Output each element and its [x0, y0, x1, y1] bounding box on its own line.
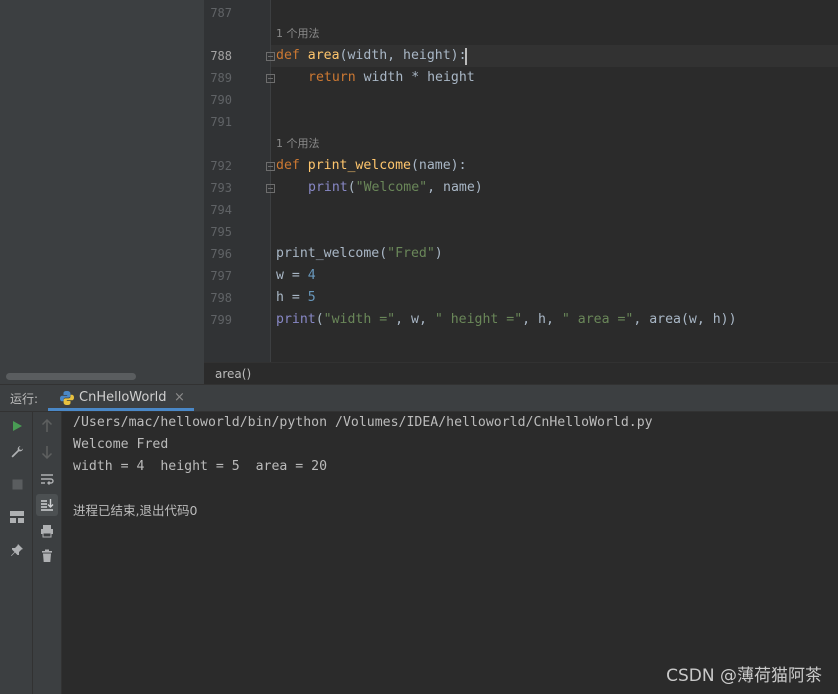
console-line: width = 4 height = 5 area = 20 — [73, 459, 328, 474]
line-number: 797 — [210, 269, 232, 283]
line-number: 788 — [210, 49, 232, 63]
code-text: (name): — [410, 158, 467, 173]
builtin-print: print — [276, 312, 316, 327]
code-text: ( — [347, 180, 356, 195]
layout-icon[interactable] — [8, 508, 26, 526]
usage-hint[interactable]: 1 个用法 — [276, 23, 320, 45]
code-text: w = — [276, 268, 308, 283]
string-literal: " area =" — [561, 312, 634, 327]
line-number: 794 — [210, 203, 232, 217]
console-line: Welcome Fred — [73, 437, 169, 452]
wrench-icon[interactable] — [8, 443, 26, 461]
code-text: , h, — [522, 312, 562, 327]
run-tab-label: CnHelloWorld — [79, 390, 167, 405]
arrow-down-icon[interactable] — [38, 443, 56, 461]
code-text: width * height — [363, 70, 475, 85]
code-line-789[interactable]: return width * height — [308, 67, 475, 89]
horizontal-scrollbar[interactable] — [6, 373, 136, 380]
string-literal: "Welcome" — [355, 180, 428, 195]
close-icon[interactable]: × — [174, 390, 185, 405]
line-number: 796 — [210, 247, 232, 261]
string-literal: " height =" — [434, 312, 523, 327]
function-name: print_welcome — [307, 158, 411, 173]
string-literal: "Fred" — [387, 246, 435, 261]
console-line: /Users/mac/helloworld/bin/python /Volume… — [73, 415, 653, 430]
code-line-796[interactable]: print_welcome("Fred") — [276, 243, 443, 265]
code-line-788[interactable]: def area(width, height): — [276, 45, 467, 67]
line-number: 791 — [210, 115, 232, 129]
number-literal: 5 — [307, 290, 316, 305]
code-line-797[interactable]: w = 4 — [276, 265, 316, 287]
code-text: ) — [434, 246, 443, 261]
fold-close-icon[interactable] — [266, 74, 275, 83]
watermark: CSDN @薄荷猫阿茶 — [666, 666, 822, 686]
function-name: area — [307, 48, 340, 63]
line-number: 793 — [210, 181, 232, 195]
line-number: 798 — [210, 291, 232, 305]
code-line-798[interactable]: h = 5 — [276, 287, 316, 309]
code-text: , area(w, h)) — [633, 312, 737, 327]
python-icon — [59, 390, 75, 406]
code-line-793[interactable]: print("Welcome", name) — [308, 177, 483, 199]
run-console[interactable] — [62, 412, 838, 694]
usage-hint[interactable]: 1 个用法 — [276, 133, 320, 155]
code-text: (width, height): — [339, 48, 467, 63]
pin-icon[interactable] — [8, 541, 26, 559]
rerun-play-icon[interactable] — [8, 417, 26, 435]
line-number: 787 — [210, 6, 232, 20]
run-label: 运行: — [10, 392, 39, 406]
code-text: , name) — [427, 180, 483, 195]
line-number: 789 — [210, 71, 232, 85]
code-line-799[interactable]: print("width =", w, " height =", h, " ar… — [276, 309, 737, 331]
console-line: 进程已结束,退出代码0 — [73, 503, 198, 518]
code-text: h = — [276, 290, 308, 305]
trash-icon[interactable] — [38, 547, 56, 565]
arrow-up-icon[interactable] — [38, 417, 56, 435]
line-number: 790 — [210, 93, 232, 107]
string-literal: "width =" — [323, 312, 396, 327]
fold-open-icon[interactable] — [266, 52, 275, 61]
line-number: 795 — [210, 225, 232, 239]
keyword-def: def — [276, 48, 308, 63]
project-panel — [0, 0, 204, 384]
fold-open-icon[interactable] — [266, 162, 275, 171]
scroll-to-end-icon[interactable] — [36, 494, 58, 516]
code-line-792[interactable]: def print_welcome(name): — [276, 155, 467, 177]
breadcrumb-bar — [204, 362, 838, 385]
keyword-def: def — [276, 158, 308, 173]
builtin-print: print — [308, 180, 348, 195]
code-text: print_welcome( — [276, 246, 388, 261]
breadcrumb[interactable]: area() — [215, 364, 251, 384]
stop-icon[interactable] — [8, 475, 26, 493]
code-text: , w, — [395, 312, 435, 327]
line-number: 792 — [210, 159, 232, 173]
fold-close-icon[interactable] — [266, 184, 275, 193]
line-number: 799 — [210, 313, 232, 327]
text-caret — [465, 48, 467, 65]
soft-wrap-icon[interactable] — [38, 470, 56, 488]
number-literal: 4 — [307, 268, 316, 283]
print-icon[interactable] — [38, 522, 56, 540]
code-text: ( — [315, 312, 324, 327]
keyword-return: return — [308, 70, 364, 85]
